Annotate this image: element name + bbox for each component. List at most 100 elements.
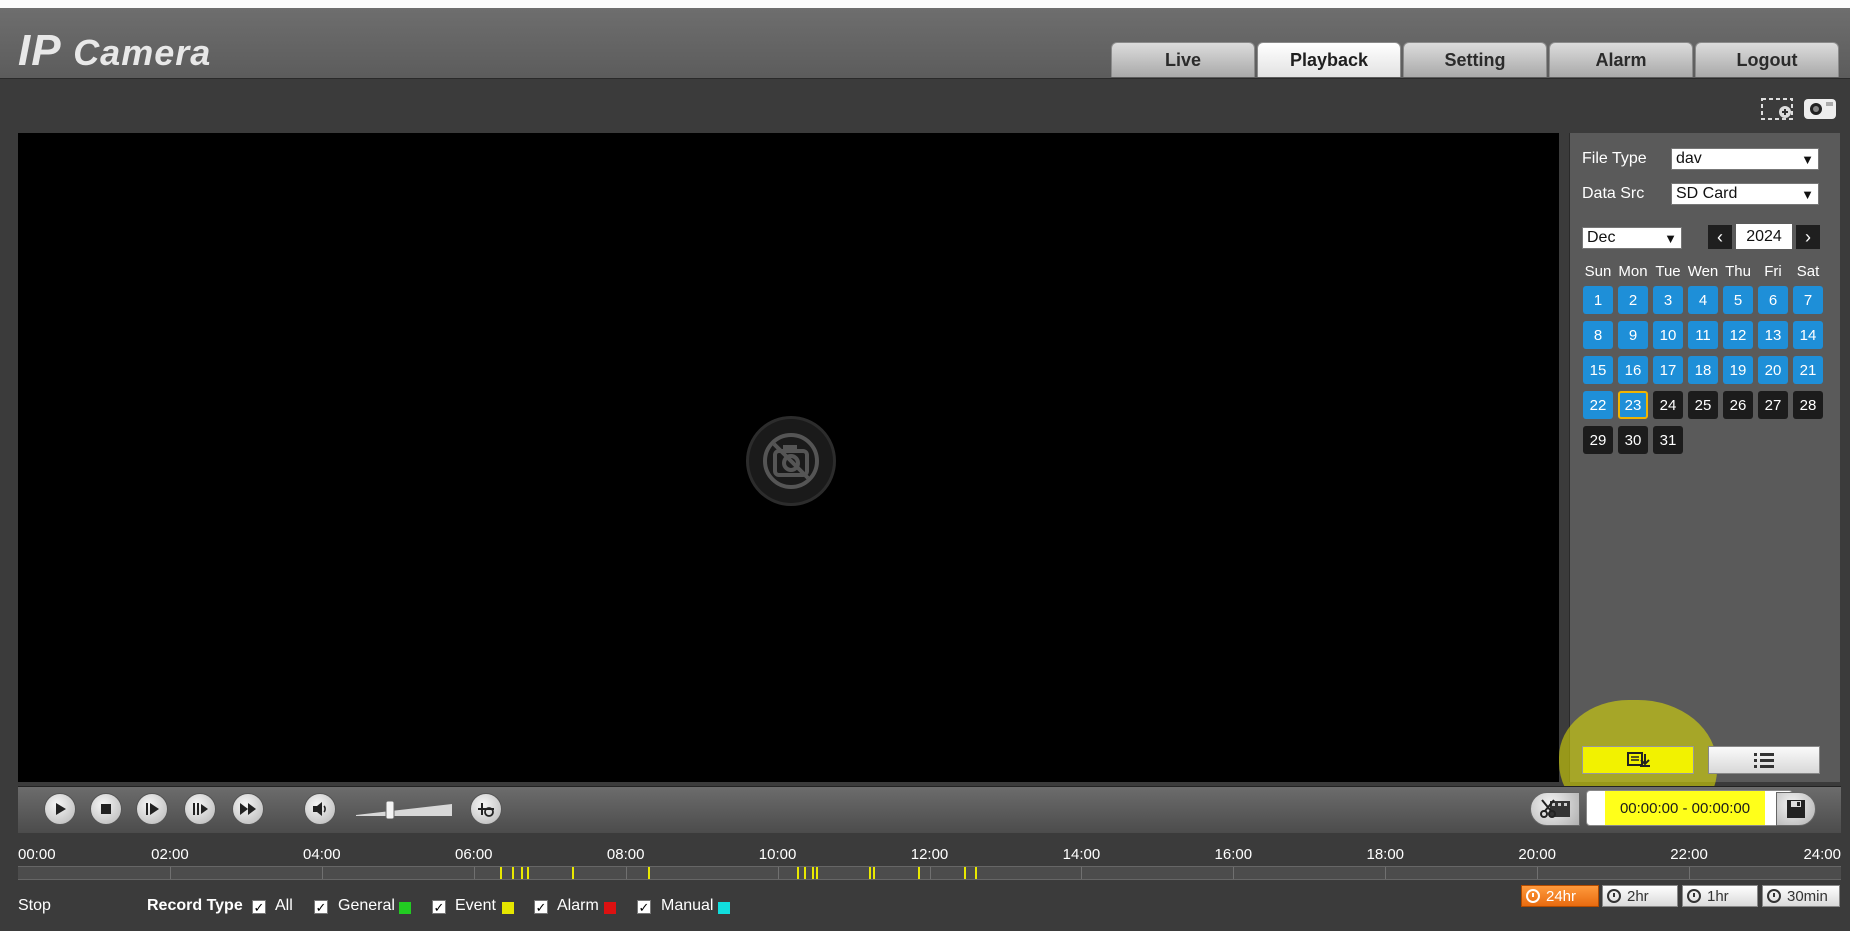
calendar-day[interactable]: 14: [1793, 321, 1823, 349]
file-list-button[interactable]: [1708, 746, 1820, 774]
timeline-event-marker[interactable]: [511, 867, 514, 879]
calendar-day[interactable]: 26: [1723, 391, 1753, 419]
calendar-day[interactable]: 16: [1618, 356, 1648, 384]
tab-playback[interactable]: Playback: [1257, 42, 1401, 77]
checkbox-event[interactable]: ✓: [432, 900, 446, 915]
timeline-grid-tick: [929, 867, 931, 879]
volume-slider[interactable]: [354, 800, 454, 820]
calendar-day[interactable]: 25: [1688, 391, 1718, 419]
calendar-day[interactable]: 23: [1618, 391, 1648, 419]
calendar-day[interactable]: 18: [1688, 356, 1718, 384]
playback-status: Stop: [18, 897, 51, 914]
timeline-grid-tick: [1537, 867, 1539, 879]
tab-alarm[interactable]: Alarm: [1549, 42, 1693, 77]
timeline-event-marker[interactable]: [815, 867, 818, 879]
calendar-day[interactable]: 9: [1618, 321, 1648, 349]
calendar-day[interactable]: 20: [1758, 356, 1788, 384]
calendar-day[interactable]: 22: [1583, 391, 1613, 419]
month-value: Dec: [1587, 229, 1616, 246]
calendar-day[interactable]: 6: [1758, 286, 1788, 314]
calendar-day[interactable]: 4: [1688, 286, 1718, 314]
checkbox-alarm[interactable]: ✓: [534, 900, 548, 915]
calendar-day[interactable]: 29: [1583, 426, 1613, 454]
fast-play-button[interactable]: [232, 793, 264, 825]
file-type-select[interactable]: dav ▼: [1671, 148, 1819, 170]
weekday-header: Thu: [1725, 263, 1751, 280]
zoom-1hr-button[interactable]: 1hr: [1682, 885, 1758, 907]
timeline-event-marker[interactable]: [963, 867, 966, 879]
calendar-day[interactable]: 5: [1723, 286, 1753, 314]
timeline-event-marker[interactable]: [526, 867, 529, 879]
checkbox-manual[interactable]: ✓: [637, 900, 651, 915]
timeline-event-marker[interactable]: [872, 867, 875, 879]
tab-live[interactable]: Live: [1111, 42, 1255, 77]
calendar-day[interactable]: 17: [1653, 356, 1683, 384]
clip-time-text: 00:00:00 - 00:00:00: [1605, 791, 1765, 825]
record-type-event: Event: [455, 897, 496, 914]
stop-button[interactable]: [90, 793, 122, 825]
calendar-day[interactable]: 8: [1583, 321, 1613, 349]
calendar-day[interactable]: 1: [1583, 286, 1613, 314]
calendar-day[interactable]: 21: [1793, 356, 1823, 384]
timeline-event-marker[interactable]: [500, 867, 503, 879]
zoom-24hr-button[interactable]: 24hr: [1521, 885, 1599, 907]
timeline-event-marker[interactable]: [804, 867, 807, 879]
timeline-event-marker[interactable]: [975, 867, 978, 879]
record-type-manual: Manual: [661, 897, 714, 914]
timeline-label: 16:00: [1214, 846, 1253, 863]
region-zoom-icon[interactable]: [1760, 96, 1796, 127]
month-select[interactable]: Dec ▼: [1582, 227, 1682, 249]
prev-year-button[interactable]: ‹: [1708, 225, 1732, 249]
save-clip-button[interactable]: [1776, 792, 1816, 826]
download-button[interactable]: [1582, 746, 1694, 774]
tab-logout[interactable]: Logout: [1695, 42, 1839, 77]
calendar-day[interactable]: 13: [1758, 321, 1788, 349]
calendar-day[interactable]: 2: [1618, 286, 1648, 314]
calendar-day[interactable]: 24: [1653, 391, 1683, 419]
speaker-icon: [313, 802, 326, 816]
stop-icon: [101, 804, 111, 814]
next-frame-button[interactable]: [136, 793, 168, 825]
calendar-day[interactable]: 12: [1723, 321, 1753, 349]
calendar-day[interactable]: 10: [1653, 321, 1683, 349]
clip-button[interactable]: [1530, 792, 1580, 826]
calendar-day[interactable]: 15: [1583, 356, 1613, 384]
calendar-day[interactable]: 19: [1723, 356, 1753, 384]
zoom-30min-button[interactable]: 30min: [1762, 885, 1840, 907]
calendar-day[interactable]: 27: [1758, 391, 1788, 419]
calendar-day[interactable]: 28: [1793, 391, 1823, 419]
timeline-grid-tick: [1081, 867, 1083, 879]
timeline-event-marker[interactable]: [868, 867, 871, 879]
clip-time-range: 00:00:00 - 00:00:00: [1586, 790, 1793, 826]
calendar-day[interactable]: 11: [1688, 321, 1718, 349]
calendar-day[interactable]: 31: [1653, 426, 1683, 454]
data-src-select[interactable]: SD Card ▼: [1671, 183, 1819, 205]
timeline-event-marker[interactable]: [796, 867, 799, 879]
checkbox-all[interactable]: ✓: [252, 900, 266, 915]
timeline-event-marker[interactable]: [918, 867, 921, 879]
play-button[interactable]: [44, 793, 76, 825]
timeline-grid-tick: [1233, 867, 1235, 879]
calendar-day[interactable]: 7: [1793, 286, 1823, 314]
timeline-event-marker[interactable]: [811, 867, 814, 879]
file-type-label: File Type: [1582, 150, 1647, 167]
digital-zoom-button[interactable]: [470, 793, 502, 825]
weekday-header: Fri: [1764, 263, 1782, 280]
timeline-event-marker[interactable]: [572, 867, 575, 879]
volume-button[interactable]: [304, 793, 336, 825]
timeline-event-marker[interactable]: [648, 867, 651, 879]
next-year-button[interactable]: ›: [1796, 225, 1820, 249]
download-icon: [1627, 752, 1650, 767]
weekday-header: Mon: [1618, 263, 1648, 280]
calendar-day[interactable]: 3: [1653, 286, 1683, 314]
timeline-label: 00:00: [18, 846, 56, 863]
checkbox-general[interactable]: ✓: [314, 900, 328, 915]
video-player[interactable]: [18, 133, 1559, 782]
snapshot-icon[interactable]: [1802, 96, 1838, 127]
slow-play-button[interactable]: [184, 793, 216, 825]
timeline-track[interactable]: [18, 866, 1841, 880]
zoom-2hr-button[interactable]: 2hr: [1602, 885, 1678, 907]
tab-setting[interactable]: Setting: [1403, 42, 1547, 77]
timeline-event-marker[interactable]: [520, 867, 523, 879]
calendar-day[interactable]: 30: [1618, 426, 1648, 454]
